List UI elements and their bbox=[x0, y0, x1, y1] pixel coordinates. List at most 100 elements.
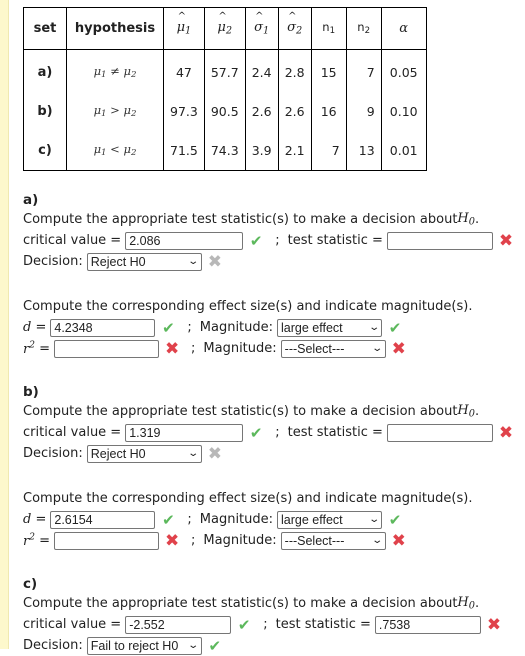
d-input[interactable] bbox=[50, 318, 156, 337]
effect-instructions: Compute the corresponding effect size(s)… bbox=[23, 299, 473, 314]
h0-symbol: H0 bbox=[457, 211, 475, 228]
d-row: d = ✔ ; Magnitude: large effect⌄ ✔ bbox=[23, 509, 523, 530]
cell-hypothesis: μ1 < μ2 bbox=[66, 131, 164, 171]
table-header-row: set hypothesis μ1 μ2 σ1 σ2 n1 n2 α bbox=[23, 7, 427, 50]
r2-row: r2 = ✖ ; Magnitude: ---Select--- ⌄ ✖ bbox=[23, 338, 406, 359]
cell-mu1: 71.5 bbox=[163, 131, 205, 171]
cell-n1: 7 bbox=[310, 131, 347, 171]
chevron-down-icon: ⌄ bbox=[371, 343, 384, 354]
cell-mu2: 57.7 bbox=[203, 49, 246, 92]
section-c: c) Compute the appropriate test statisti… bbox=[23, 576, 523, 656]
effect-instructions: Compute the corresponding effect size(s)… bbox=[23, 491, 473, 506]
effect-size-b: Compute the corresponding effect size(s)… bbox=[23, 488, 523, 551]
separator: ; bbox=[275, 233, 280, 248]
chevron-down-icon: ⌄ bbox=[367, 322, 380, 333]
x-icon: ✖ bbox=[498, 230, 514, 251]
d-input[interactable] bbox=[50, 510, 156, 529]
test-statistic-label: test statistic = bbox=[287, 233, 383, 248]
section-label: a) bbox=[23, 192, 39, 208]
cell-alpha: 0.10 bbox=[380, 92, 427, 131]
cell-hypothesis: μ1 ≠ μ2 bbox=[66, 49, 164, 92]
cell-s1: 2.4 bbox=[244, 49, 279, 92]
x-icon: ✖ bbox=[391, 530, 406, 551]
header-n2: n2 bbox=[345, 7, 382, 50]
decision-select[interactable]: Reject H0 ⌄ bbox=[86, 252, 202, 271]
header-mu1-hat: μ1 bbox=[163, 7, 205, 50]
chevron-down-icon: ⌄ bbox=[371, 535, 384, 546]
section-label: c) bbox=[23, 576, 38, 592]
d-row: d = ✔ ; Magnitude: large effect⌄ ✔ bbox=[23, 317, 523, 338]
h0-symbol: H0 bbox=[457, 403, 475, 420]
decision-label: Decision: bbox=[23, 254, 83, 269]
h0-symbol: H0 bbox=[457, 595, 475, 612]
critical-row: critical value = ✔ ; test statistic = ✖ bbox=[23, 230, 523, 251]
instruction-text: Compute the appropriate test statistic(s… bbox=[23, 404, 458, 419]
cell-n1: 15 bbox=[310, 49, 347, 92]
test-statistic-input[interactable] bbox=[374, 615, 481, 634]
test-statistic-input[interactable] bbox=[386, 423, 493, 442]
separator: ; bbox=[275, 425, 280, 440]
cell-s1: 3.9 bbox=[244, 131, 279, 171]
separator: ; bbox=[191, 533, 196, 548]
d-label: d bbox=[23, 512, 32, 527]
cell-n1: 16 bbox=[310, 92, 347, 131]
test-statistic-label: test statistic = bbox=[275, 617, 371, 632]
check-icon: ✔ bbox=[162, 510, 175, 529]
separator: ; bbox=[187, 320, 192, 335]
cell-alpha: 0.05 bbox=[380, 49, 427, 92]
d-magnitude-select[interactable]: large effect ⌄ bbox=[277, 318, 383, 337]
decision-row: Decision: Reject H0 ⌄ ✖ bbox=[23, 443, 523, 464]
d-magnitude-select[interactable]: large effect ⌄ bbox=[277, 510, 383, 529]
cell-set: b) bbox=[23, 92, 67, 131]
test-statistic-input[interactable] bbox=[386, 231, 493, 250]
critical-value-label: critical value = bbox=[23, 233, 122, 248]
check-icon: ✔ bbox=[388, 318, 402, 337]
cell-set: c) bbox=[23, 131, 67, 171]
x-icon: ✖ bbox=[165, 530, 180, 551]
header-sigma1-hat: σ1 bbox=[244, 7, 279, 50]
x-icon: ✖ bbox=[207, 443, 222, 464]
critical-row: critical value = ✔ ; test statistic = ✖ bbox=[23, 614, 523, 635]
decision-row: Decision: Fail to reject H0 ⌄ ✔ bbox=[23, 635, 523, 656]
critical-row: critical value = ✔ ; test statistic = ✖ bbox=[23, 422, 523, 443]
table-row: c) μ1 < μ2 71.5 74.3 3.9 2.1 7 13 0.01 bbox=[23, 131, 427, 171]
test-instructions: Compute the appropriate test statistic(s… bbox=[23, 211, 480, 228]
critical-value-input[interactable] bbox=[125, 423, 244, 442]
left-margin-strip bbox=[0, 0, 9, 649]
critical-value-label: critical value = bbox=[23, 617, 122, 632]
decision-select[interactable]: Fail to reject H0 ⌄ bbox=[86, 636, 202, 655]
critical-value-input[interactable] bbox=[125, 231, 244, 250]
magnitude-label: Magnitude: bbox=[203, 341, 277, 356]
table-row: a) μ1 ≠ μ2 47 57.7 2.4 2.8 15 7 0.05 bbox=[23, 49, 427, 92]
header-mu2-hat: μ2 bbox=[203, 7, 246, 50]
effect-size-a: Compute the corresponding effect size(s)… bbox=[23, 296, 523, 359]
section-label: b) bbox=[23, 384, 39, 400]
critical-value-input[interactable] bbox=[125, 615, 232, 634]
d-label: d bbox=[23, 320, 32, 335]
cell-s2: 2.6 bbox=[277, 92, 312, 131]
header-n1: n1 bbox=[310, 7, 347, 50]
x-icon: ✖ bbox=[391, 338, 406, 359]
x-icon: ✖ bbox=[207, 251, 222, 272]
check-icon: ✔ bbox=[162, 318, 175, 337]
r2-input[interactable] bbox=[54, 339, 159, 358]
section-a: a) Compute the appropriate test statisti… bbox=[23, 192, 523, 272]
instruction-text: Compute the appropriate test statistic(s… bbox=[23, 212, 458, 227]
r2-label: r2 bbox=[23, 532, 35, 549]
check-icon: ✔ bbox=[249, 231, 263, 250]
r2-magnitude-select[interactable]: ---Select--- ⌄ bbox=[280, 339, 386, 358]
chevron-down-icon: ⌄ bbox=[367, 514, 380, 525]
r2-input[interactable] bbox=[54, 531, 159, 550]
header-hypothesis: hypothesis bbox=[66, 7, 164, 50]
separator: ; bbox=[191, 341, 196, 356]
decision-select[interactable]: Reject H0 ⌄ bbox=[86, 444, 202, 463]
test-instructions: Compute the appropriate test statistic(s… bbox=[23, 595, 480, 612]
decision-row: Decision: Reject H0 ⌄ ✖ bbox=[23, 251, 523, 272]
header-alpha: α bbox=[380, 7, 427, 50]
chevron-down-icon: ⌄ bbox=[187, 448, 200, 459]
r2-magnitude-select[interactable]: ---Select--- ⌄ bbox=[280, 531, 386, 550]
cell-n2: 7 bbox=[345, 49, 382, 92]
section-b: b) Compute the appropriate test statisti… bbox=[23, 384, 523, 464]
instruction-text: Compute the appropriate test statistic(s… bbox=[23, 596, 458, 611]
check-icon: ✔ bbox=[249, 423, 263, 442]
